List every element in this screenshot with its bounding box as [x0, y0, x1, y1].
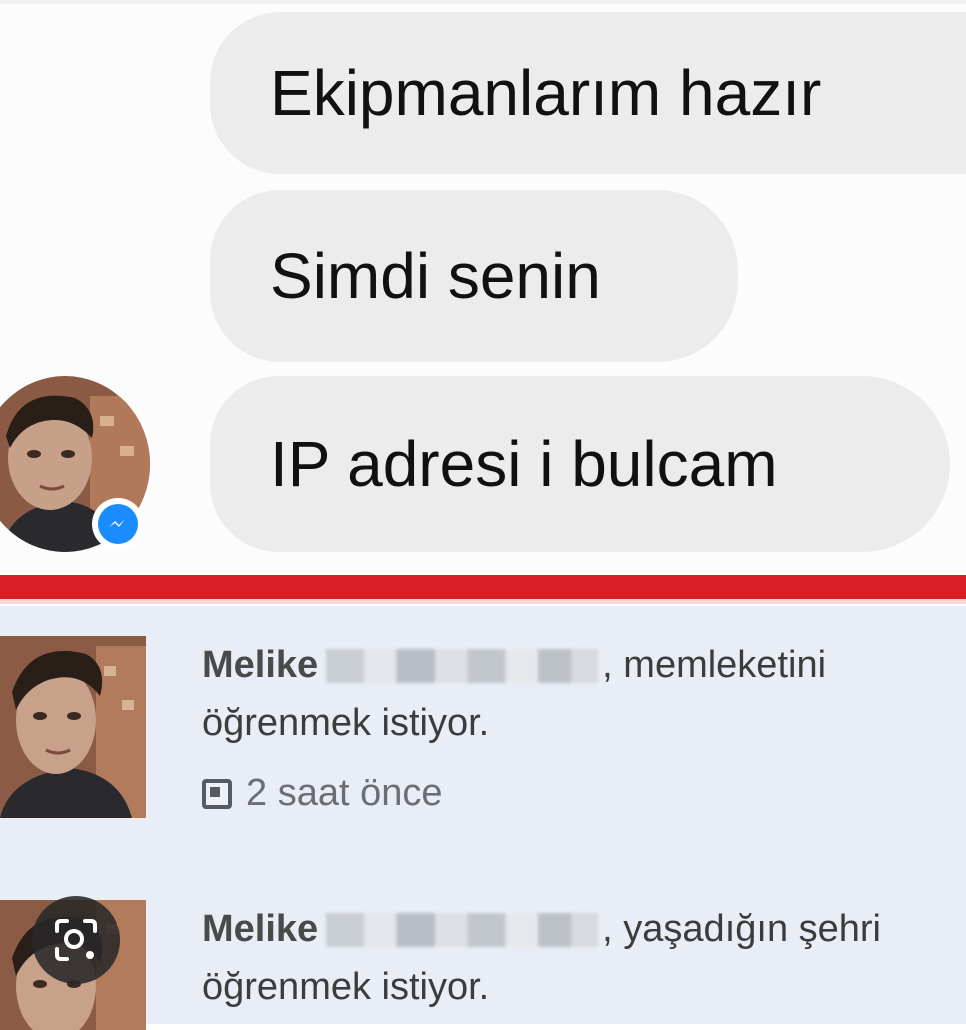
message-bubble[interactable]: IP adresi i bulcam	[210, 376, 950, 552]
sender-name[interactable]: Melike	[202, 908, 318, 950]
messenger-badge	[92, 498, 144, 550]
notification-list: Melike, memleketini öğrenmek istiyor. 2 …	[0, 606, 966, 1030]
avatar-photo	[0, 636, 146, 818]
divider	[0, 572, 966, 606]
message-bubble[interactable]: Ekipmanlarım hazır	[210, 12, 966, 174]
sender-name[interactable]: Melike	[202, 644, 318, 686]
avatar[interactable]	[0, 636, 146, 818]
message-bubble[interactable]: Simdi senin	[210, 190, 738, 362]
chat-thread: Ekipmanlarım hazır Simdi senin IP adresi…	[0, 0, 966, 572]
notification-text: Melike, memleketini öğrenmek istiyor.	[202, 636, 942, 752]
notification-item[interactable]: Melike, memleketini öğrenmek istiyor. 2 …	[0, 606, 966, 876]
notification-text: Melike, yaşadığın şehri öğrenmek istiyor…	[202, 900, 942, 1016]
facebook-square-icon	[202, 778, 232, 809]
messenger-icon	[109, 519, 125, 527]
message-text: Ekipmanlarım hazır	[270, 57, 822, 129]
lens-search-button[interactable]	[32, 896, 120, 984]
notification-item[interactable]: Melike, yaşadığın şehri öğrenmek istiyor…	[0, 876, 966, 1030]
redacted-surname	[326, 649, 599, 683]
time-label: 2 saat önce	[246, 772, 443, 814]
message-text: IP adresi i bulcam	[270, 428, 778, 500]
notification-time: 2 saat önce	[202, 772, 442, 815]
divider-bar	[0, 575, 966, 604]
lens-search-icon	[55, 919, 97, 961]
message-text: Simdi senin	[270, 240, 601, 312]
redacted-surname	[326, 913, 599, 947]
